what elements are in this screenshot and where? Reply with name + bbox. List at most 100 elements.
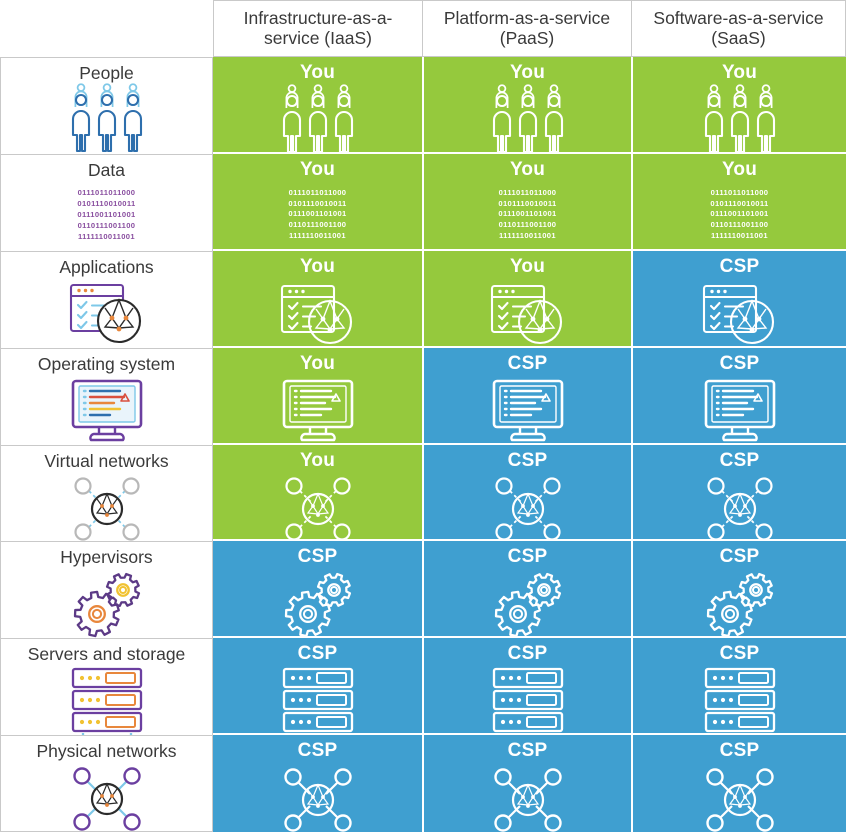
column-header-paas-label: Platform-as-a-service (PaaS): [443, 7, 611, 48]
row-label-data: Data: [88, 159, 125, 180]
row-label-cell-hypervisors: Hypervisors: [0, 541, 213, 639]
cell-operating-system-paas[interactable]: CSP: [424, 347, 633, 446]
cell-servers-and-storage-paas[interactable]: CSP: [424, 638, 633, 739]
cell-hypervisors-saas[interactable]: CSP: [633, 541, 846, 640]
cell-physical-networks-paas[interactable]: CSP: [424, 735, 633, 832]
binary-data-text: 0111011011000 0101110010011 011100110100…: [77, 188, 136, 241]
monitor-icon: [1, 374, 212, 446]
row-label-cell-applications: Applications: [0, 250, 213, 348]
cell-people-iaas[interactable]: You: [213, 57, 424, 154]
monitor-icon: [633, 374, 846, 446]
cell-owner-label: CSP: [507, 643, 548, 665]
cell-owner-label: CSP: [719, 643, 760, 665]
cell-owner-label: CSP: [297, 740, 338, 762]
cell-data-iaas[interactable]: You 0111011011000 0101110010011 011100110…: [213, 153, 424, 251]
cell-people-saas[interactable]: You: [633, 57, 846, 154]
cell-data-saas[interactable]: You 0111011011000 0101110010011 011100110…: [633, 153, 846, 251]
cell-owner-label: CSP: [297, 643, 338, 665]
cell-owner-label: CSP: [719, 546, 760, 568]
gears-icon: [633, 568, 846, 640]
cell-owner-label: You: [299, 449, 336, 471]
column-header-iaas: Infrastructure-as-a-service (IaaS): [213, 0, 422, 57]
cell-applications-paas[interactable]: You: [424, 250, 633, 350]
row-label-cell-data: Data 0111011011000 0101110010011 01110011…: [0, 153, 213, 251]
cell-applications-iaas[interactable]: You: [213, 250, 424, 350]
cell-owner-label: CSP: [297, 546, 338, 568]
cell-hypervisors-iaas[interactable]: CSP: [213, 541, 424, 639]
matrix-row-people: People You You You: [0, 57, 846, 154]
server-rack-icon: [1, 665, 212, 741]
monitor-icon: [424, 374, 631, 446]
cell-owner-label: CSP: [507, 546, 548, 568]
row-label-cell-physical-networks: Physical networks: [0, 735, 213, 832]
row-label-operating-system: Operating system: [37, 353, 176, 374]
cell-people-paas[interactable]: You: [424, 57, 633, 154]
row-label-cell-servers-and-storage: Servers and storage: [0, 638, 213, 738]
matrix-row-data: Data 0111011011000 0101110010011 01110011…: [0, 153, 846, 251]
cell-operating-system-saas[interactable]: CSP: [633, 347, 846, 446]
people-icon: [1, 83, 212, 155]
monitor-icon: [213, 374, 422, 446]
cell-hypervisors-paas[interactable]: CSP: [424, 541, 633, 640]
binary-data-icon: 0111011011000 0101110010011 011100110100…: [424, 181, 631, 249]
virtual-network-icon: [1, 471, 212, 547]
applications-icon: [213, 278, 422, 350]
row-label-people: People: [79, 63, 134, 83]
applications-icon: [633, 278, 846, 350]
cell-owner-label: CSP: [719, 352, 760, 374]
cell-owner-label: You: [299, 62, 336, 83]
row-label-servers-and-storage: Servers and storage: [27, 644, 186, 665]
cell-servers-and-storage-iaas[interactable]: CSP: [213, 638, 424, 739]
cell-servers-and-storage-saas[interactable]: CSP: [633, 638, 846, 739]
cell-owner-label: CSP: [507, 352, 548, 374]
row-label-cell-operating-system: Operating system: [0, 347, 213, 446]
shared-responsibility-matrix: Infrastructure-as-a-service (IaaS) Platf…: [0, 0, 846, 832]
cell-owner-label: You: [299, 352, 336, 374]
cell-owner-label: You: [299, 255, 336, 277]
cell-applications-saas[interactable]: CSP: [633, 250, 846, 350]
cell-owner-label: You: [299, 158, 336, 180]
matrix-row-servers-and-storage: Servers and storage CSP CSP CSP: [0, 638, 846, 739]
cell-owner-label: CSP: [719, 449, 760, 471]
applications-icon: [424, 278, 631, 350]
matrix-row-hypervisors: Hypervisors CSP CSP CSP: [0, 541, 846, 640]
cell-virtual-networks-paas[interactable]: CSP: [424, 444, 633, 542]
physical-network-icon: [424, 762, 631, 832]
binary-data-text: 0111011011000 0101110010011 011100110100…: [498, 187, 557, 240]
people-icon: [633, 84, 846, 156]
binary-data-icon: 0111011011000 0101110010011 011100110100…: [633, 181, 846, 249]
virtual-network-icon: [424, 471, 631, 547]
column-header-saas: Software-as-a-service (SaaS): [631, 0, 846, 57]
row-label-cell-people: People: [0, 57, 213, 154]
virtual-network-icon: [213, 471, 422, 547]
row-label-virtual-networks: Virtual networks: [44, 450, 169, 471]
physical-network-icon: [1, 761, 212, 832]
cell-virtual-networks-saas[interactable]: CSP: [633, 444, 846, 542]
people-icon: [424, 84, 631, 156]
server-rack-icon: [424, 665, 631, 741]
cell-owner-label: CSP: [507, 740, 548, 762]
cell-owner-label: CSP: [507, 449, 548, 471]
server-rack-icon: [213, 665, 422, 741]
row-label-cell-virtual-networks: Virtual networks: [0, 444, 213, 542]
virtual-network-icon: [633, 471, 846, 547]
cell-owner-label: CSP: [719, 740, 760, 762]
header-corner-cell: [0, 0, 213, 57]
cell-owner-label: You: [509, 62, 546, 83]
cell-owner-label: You: [721, 158, 758, 180]
gears-icon: [424, 568, 631, 640]
cell-owner-label: You: [721, 62, 758, 83]
cell-operating-system-iaas[interactable]: You: [213, 347, 424, 446]
cell-physical-networks-saas[interactable]: CSP: [633, 735, 846, 832]
column-header-paas: Platform-as-a-service (PaaS): [422, 0, 631, 57]
server-rack-icon: [633, 665, 846, 741]
matrix-row-virtual-networks: Virtual networks You CSP CSP: [0, 444, 846, 542]
matrix-row-operating-system: Operating system You CSP CSP: [0, 347, 846, 446]
cell-data-paas[interactable]: You 0111011011000 0101110010011 011100110…: [424, 153, 633, 251]
binary-data-icon: 0111011011000 0101110010011 011100110100…: [213, 181, 422, 249]
cell-virtual-networks-iaas[interactable]: You: [213, 444, 424, 542]
cell-physical-networks-iaas[interactable]: CSP: [213, 735, 424, 832]
people-icon: [213, 84, 422, 156]
matrix-body: People You You You Data 0111011011000 01…: [0, 57, 846, 832]
column-header-saas-label: Software-as-a-service (SaaS): [653, 7, 824, 48]
